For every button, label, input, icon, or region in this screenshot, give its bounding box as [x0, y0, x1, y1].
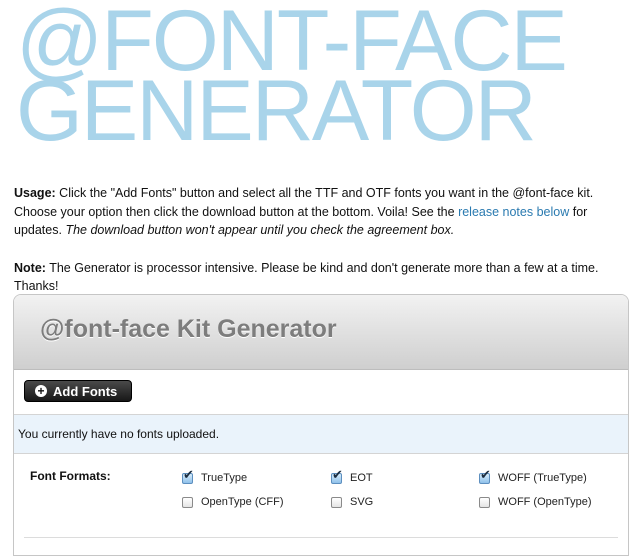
format-option-opentype[interactable]: OpenType (CFF)	[182, 496, 284, 508]
add-fonts-button[interactable]: + Add Fonts	[24, 380, 132, 402]
add-fonts-label: Add Fonts	[53, 383, 118, 399]
note-text: The Generator is processor intensive. Pl…	[14, 261, 599, 293]
format-option-woff-truetype[interactable]: WOFF (TrueType)	[479, 468, 587, 484]
format-option-truetype[interactable]: TrueType	[182, 468, 248, 484]
release-notes-link[interactable]: release notes below	[458, 205, 569, 219]
usage-paragraph: Usage: Click the "Add Fonts" button and …	[14, 184, 630, 240]
usage-italic-note: The download button won't appear until y…	[65, 223, 455, 237]
woff-truetype-checkbox[interactable]	[479, 468, 491, 484]
hero-title: @FONT-FACE GENERATOR	[16, 0, 568, 159]
opentype-label: OpenType (CFF)	[201, 496, 284, 508]
svg-checkbox[interactable]	[331, 496, 342, 508]
eot-checkbox[interactable]	[331, 468, 343, 484]
woff-opentype-label: WOFF (OpenType)	[498, 496, 592, 508]
font-formats-label: Font Formats:	[30, 469, 111, 483]
eot-label: EOT	[350, 472, 373, 484]
format-option-svg[interactable]: SVG	[331, 496, 373, 508]
section-divider	[24, 537, 618, 538]
usage-label: Usage:	[14, 186, 56, 200]
note-paragraph: Note: The Generator is processor intensi…	[14, 259, 634, 295]
opentype-checkbox[interactable]	[182, 496, 193, 508]
toolbar: + Add Fonts	[14, 370, 628, 415]
panel-title: @font-face Kit Generator	[40, 315, 337, 343]
woff-truetype-label: WOFF (TrueType)	[498, 472, 587, 484]
format-option-eot[interactable]: EOT	[331, 468, 373, 484]
upload-status: You currently have no fonts uploaded.	[14, 415, 628, 454]
truetype-label: TrueType	[201, 472, 248, 484]
svg-label: SVG	[350, 496, 374, 508]
woff-opentype-checkbox[interactable]	[479, 496, 490, 508]
kit-generator-panel: @font-face Kit Generator + Add Fonts You…	[13, 294, 629, 556]
plus-circle-icon: +	[35, 385, 47, 397]
format-option-woff-opentype[interactable]: WOFF (OpenType)	[479, 496, 592, 508]
hero-line-2: GENERATOR	[16, 63, 537, 159]
truetype-checkbox[interactable]	[182, 468, 194, 484]
note-label: Note:	[14, 261, 46, 275]
panel-header: @font-face Kit Generator	[14, 295, 628, 370]
font-formats-section: Font Formats: TrueType EOT WOFF (TrueTyp…	[14, 454, 628, 554]
